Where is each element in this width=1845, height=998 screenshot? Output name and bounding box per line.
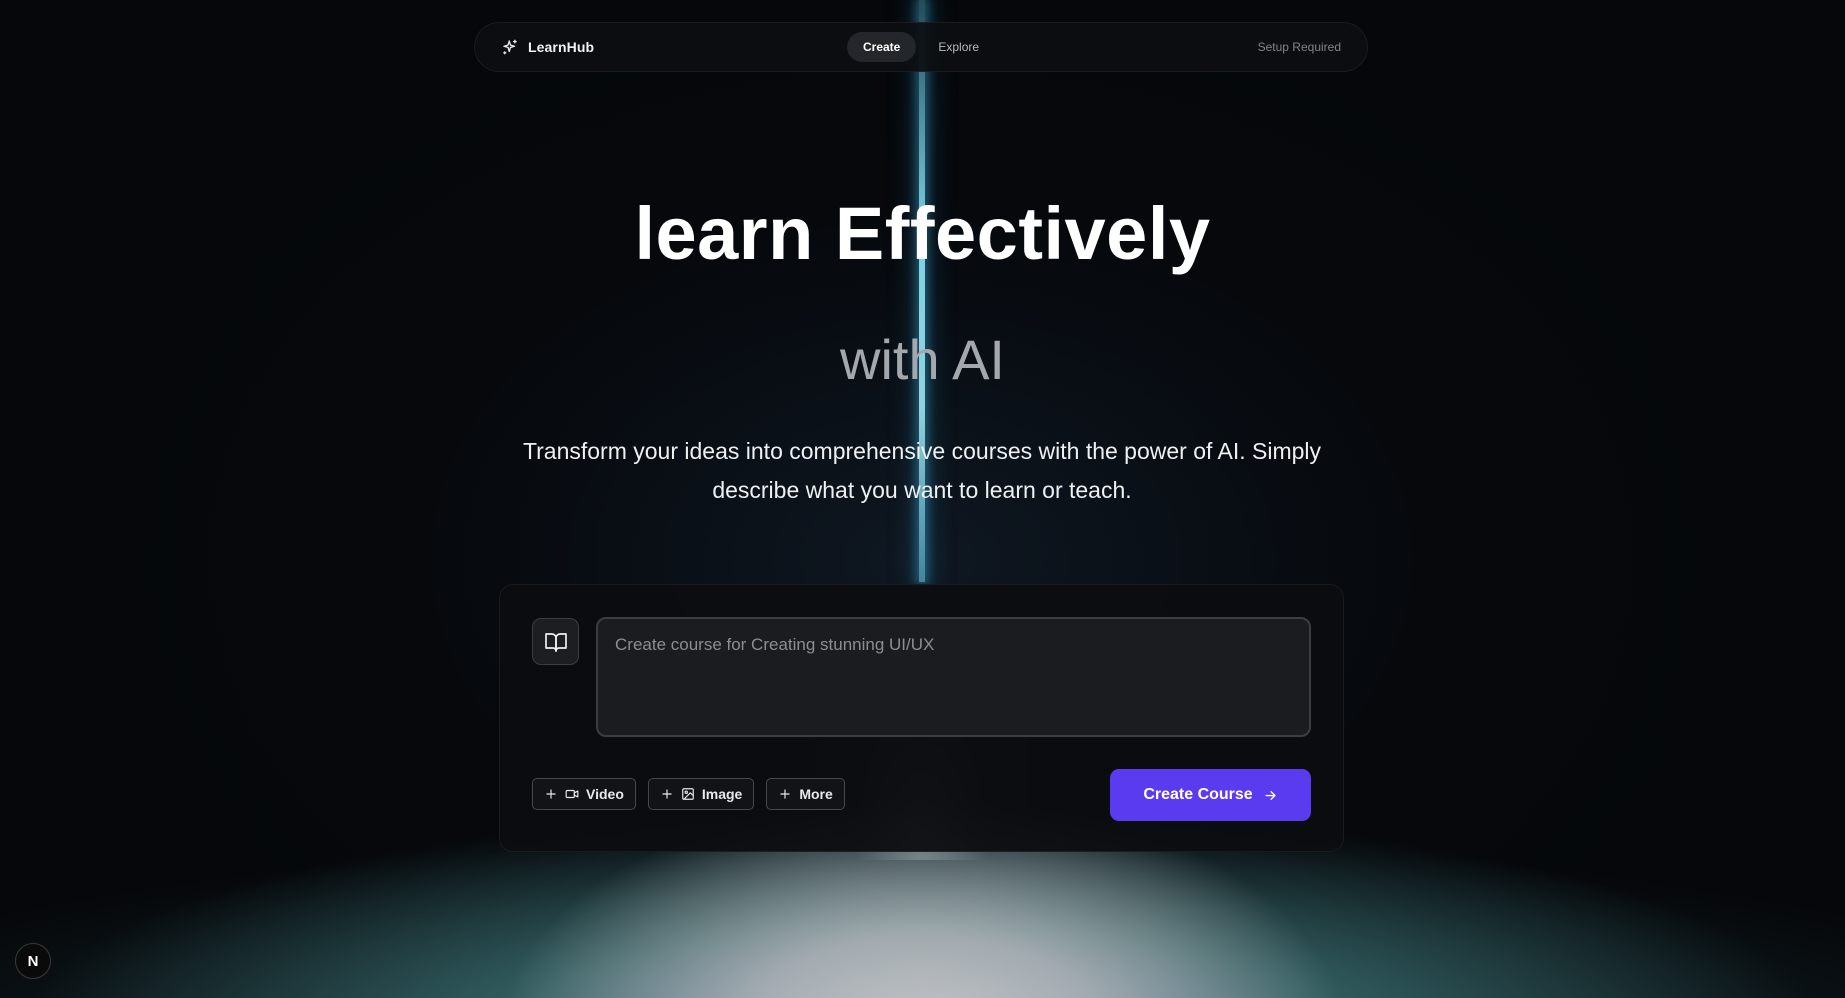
plus-icon	[546, 789, 556, 799]
nav-link-create[interactable]: Create	[847, 32, 917, 62]
arrow-right-icon	[1265, 790, 1276, 800]
top-nav: LearnHub Create Explore Setup Required	[474, 22, 1368, 72]
create-course-label: Create Course	[1143, 786, 1253, 803]
page: LearnHub Create Explore Setup Required l…	[0, 0, 1845, 998]
plus-icon	[780, 789, 791, 799]
hero-title: learn Effectively	[634, 192, 1211, 275]
book-button[interactable]	[532, 618, 579, 665]
add-image-label: Image	[701, 786, 743, 802]
brand-name: LearnHub	[528, 39, 595, 55]
brand[interactable]: LearnHub	[501, 23, 594, 71]
nav-links: Create Explore	[847, 32, 995, 62]
more-label: More	[799, 786, 833, 802]
video-icon	[565, 789, 579, 799]
create-course-button[interactable]: Create Course	[1110, 769, 1311, 821]
image-icon	[682, 788, 694, 800]
add-image-button[interactable]: Image	[647, 778, 755, 810]
nav-link-explore[interactable]: Explore	[922, 32, 995, 62]
attachment-chips: Video Image More	[532, 778, 845, 810]
dev-indicator-badge[interactable]: N	[15, 943, 51, 979]
add-video-button[interactable]: Video	[532, 778, 636, 810]
setup-status[interactable]: Setup Required	[1258, 23, 1341, 71]
hero-subtitle: with AI	[840, 328, 1005, 391]
more-button[interactable]: More	[766, 778, 845, 810]
book-icon	[544, 632, 567, 652]
hero-description: Transform your ideas into comprehensive …	[522, 438, 1322, 503]
add-video-label: Video	[586, 786, 624, 802]
plus-icon	[662, 789, 672, 799]
sparkle-icon	[503, 39, 517, 55]
course-composer: Video Image More Create Course	[499, 584, 1344, 852]
course-prompt-input[interactable]	[596, 617, 1311, 737]
